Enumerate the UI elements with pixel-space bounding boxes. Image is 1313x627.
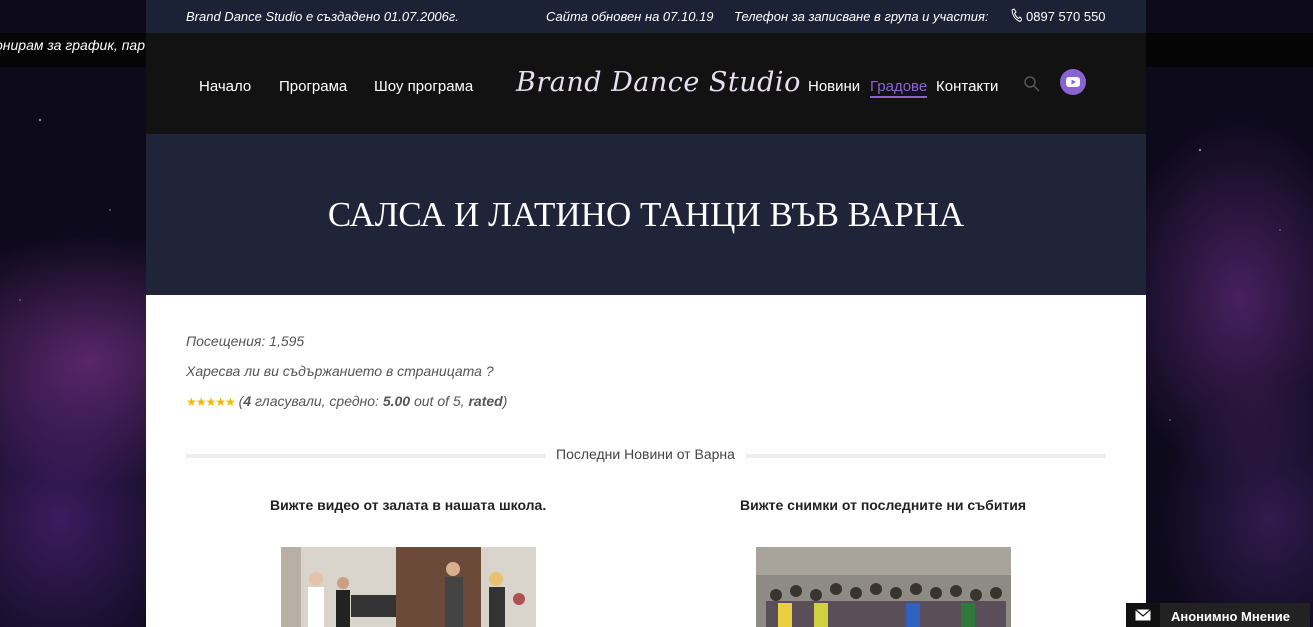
rating-summary: ★★★★★ (4 гласували, средно: 5.00 out of … (186, 393, 508, 409)
anonymous-feedback-button[interactable]: Анонимно Мнение (1126, 603, 1310, 627)
section-heading: Последни Новини от Варна (556, 446, 735, 462)
phone-icon (1011, 8, 1023, 25)
divider-right (746, 454, 1106, 458)
main-navigation: Начало Програма Шоу програма Brand Dance… (146, 33, 1146, 134)
vote-count: 4 (243, 393, 252, 409)
nav-contacts[interactable]: Контакти (936, 78, 998, 95)
phone-number[interactable]: 0897 570 550 (1026, 9, 1106, 24)
founded-text: Brand Dance Studio е създадено 01.07.200… (186, 9, 459, 24)
events-photo-thumbnail[interactable] (756, 547, 1011, 627)
nav-news[interactable]: Новини (808, 78, 860, 95)
updated-text: Сайта обновен на 07.10.19 (546, 9, 714, 24)
site-logo[interactable]: Brand Dance Studio (516, 67, 801, 98)
star-rating-icon[interactable]: ★★★★★ (186, 395, 236, 409)
phone-label: Телефон за записване в група и участия: (734, 9, 989, 24)
nav-show-program[interactable]: Шоу програма (374, 78, 473, 95)
page-container: Brand Dance Studio е създадено 01.07.200… (146, 0, 1146, 627)
feedback-label: Анонимно Мнение (1171, 609, 1291, 624)
rating-question: Харесва ли ви съдържанието в страницата … (186, 363, 494, 379)
rated-text: rated (468, 393, 503, 409)
top-info-bar: Brand Dance Studio е създадено 01.07.200… (146, 0, 1146, 33)
envelope-icon (1126, 603, 1160, 627)
announcement-text: онирам за график, пар (0, 37, 145, 53)
visit-counter: Посещения: 1,595 (186, 333, 305, 349)
video-thumbnail[interactable] (281, 547, 536, 627)
nav-schedule[interactable]: Програма (279, 78, 347, 95)
page-title: САЛСА И ЛАТИНО ТАНЦИ ВЪВ ВАРНА (327, 195, 965, 234)
rating-average: 5.00 (382, 393, 411, 409)
page-title-banner: САЛСА И ЛАТИНО ТАНЦИ ВЪВ ВАРНА (146, 134, 1146, 295)
nav-cities[interactable]: Градове (870, 78, 928, 98)
youtube-icon[interactable] (1060, 69, 1086, 95)
photos-column-title[interactable]: Вижте снимки от последните ни събития (740, 497, 1026, 513)
video-column-title[interactable]: Вижте видео от залата в нашата школа. (270, 497, 546, 513)
divider-left (186, 454, 546, 458)
search-icon[interactable] (1023, 75, 1041, 93)
nav-home[interactable]: Начало (199, 78, 251, 95)
